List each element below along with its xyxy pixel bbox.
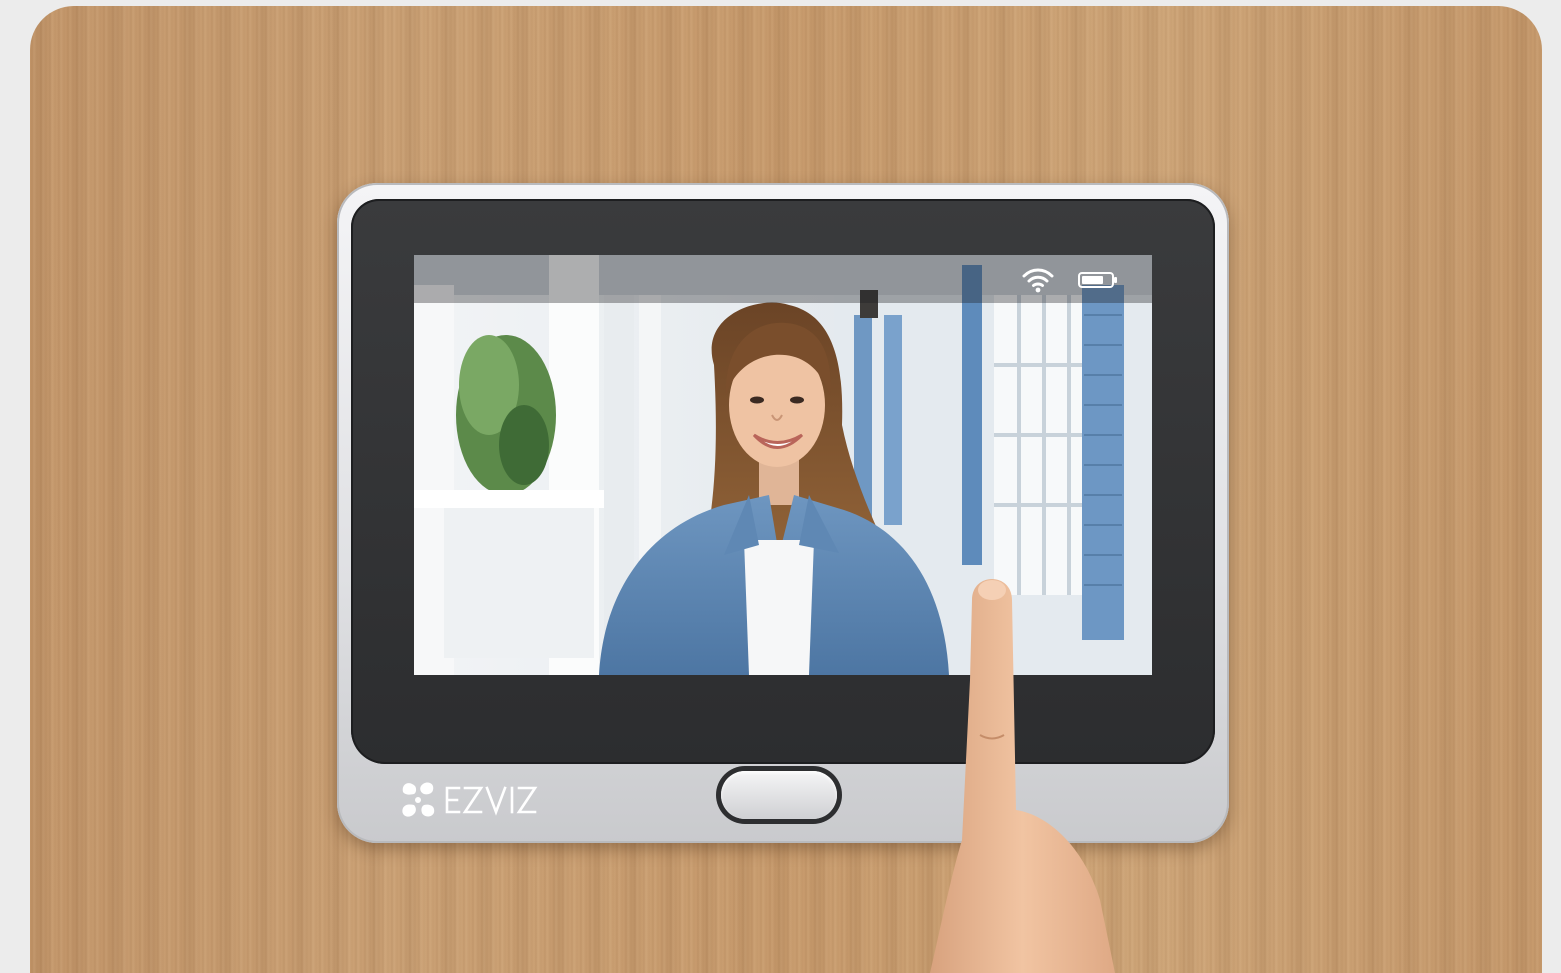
home-button[interactable] <box>721 771 837 819</box>
ezviz-logo <box>402 782 538 817</box>
product-image <box>0 0 1561 973</box>
wifi-icon <box>1022 268 1054 293</box>
pointing-finger <box>930 579 1115 973</box>
screen-status-bar <box>414 255 1152 303</box>
battery-icon <box>1078 272 1117 288</box>
